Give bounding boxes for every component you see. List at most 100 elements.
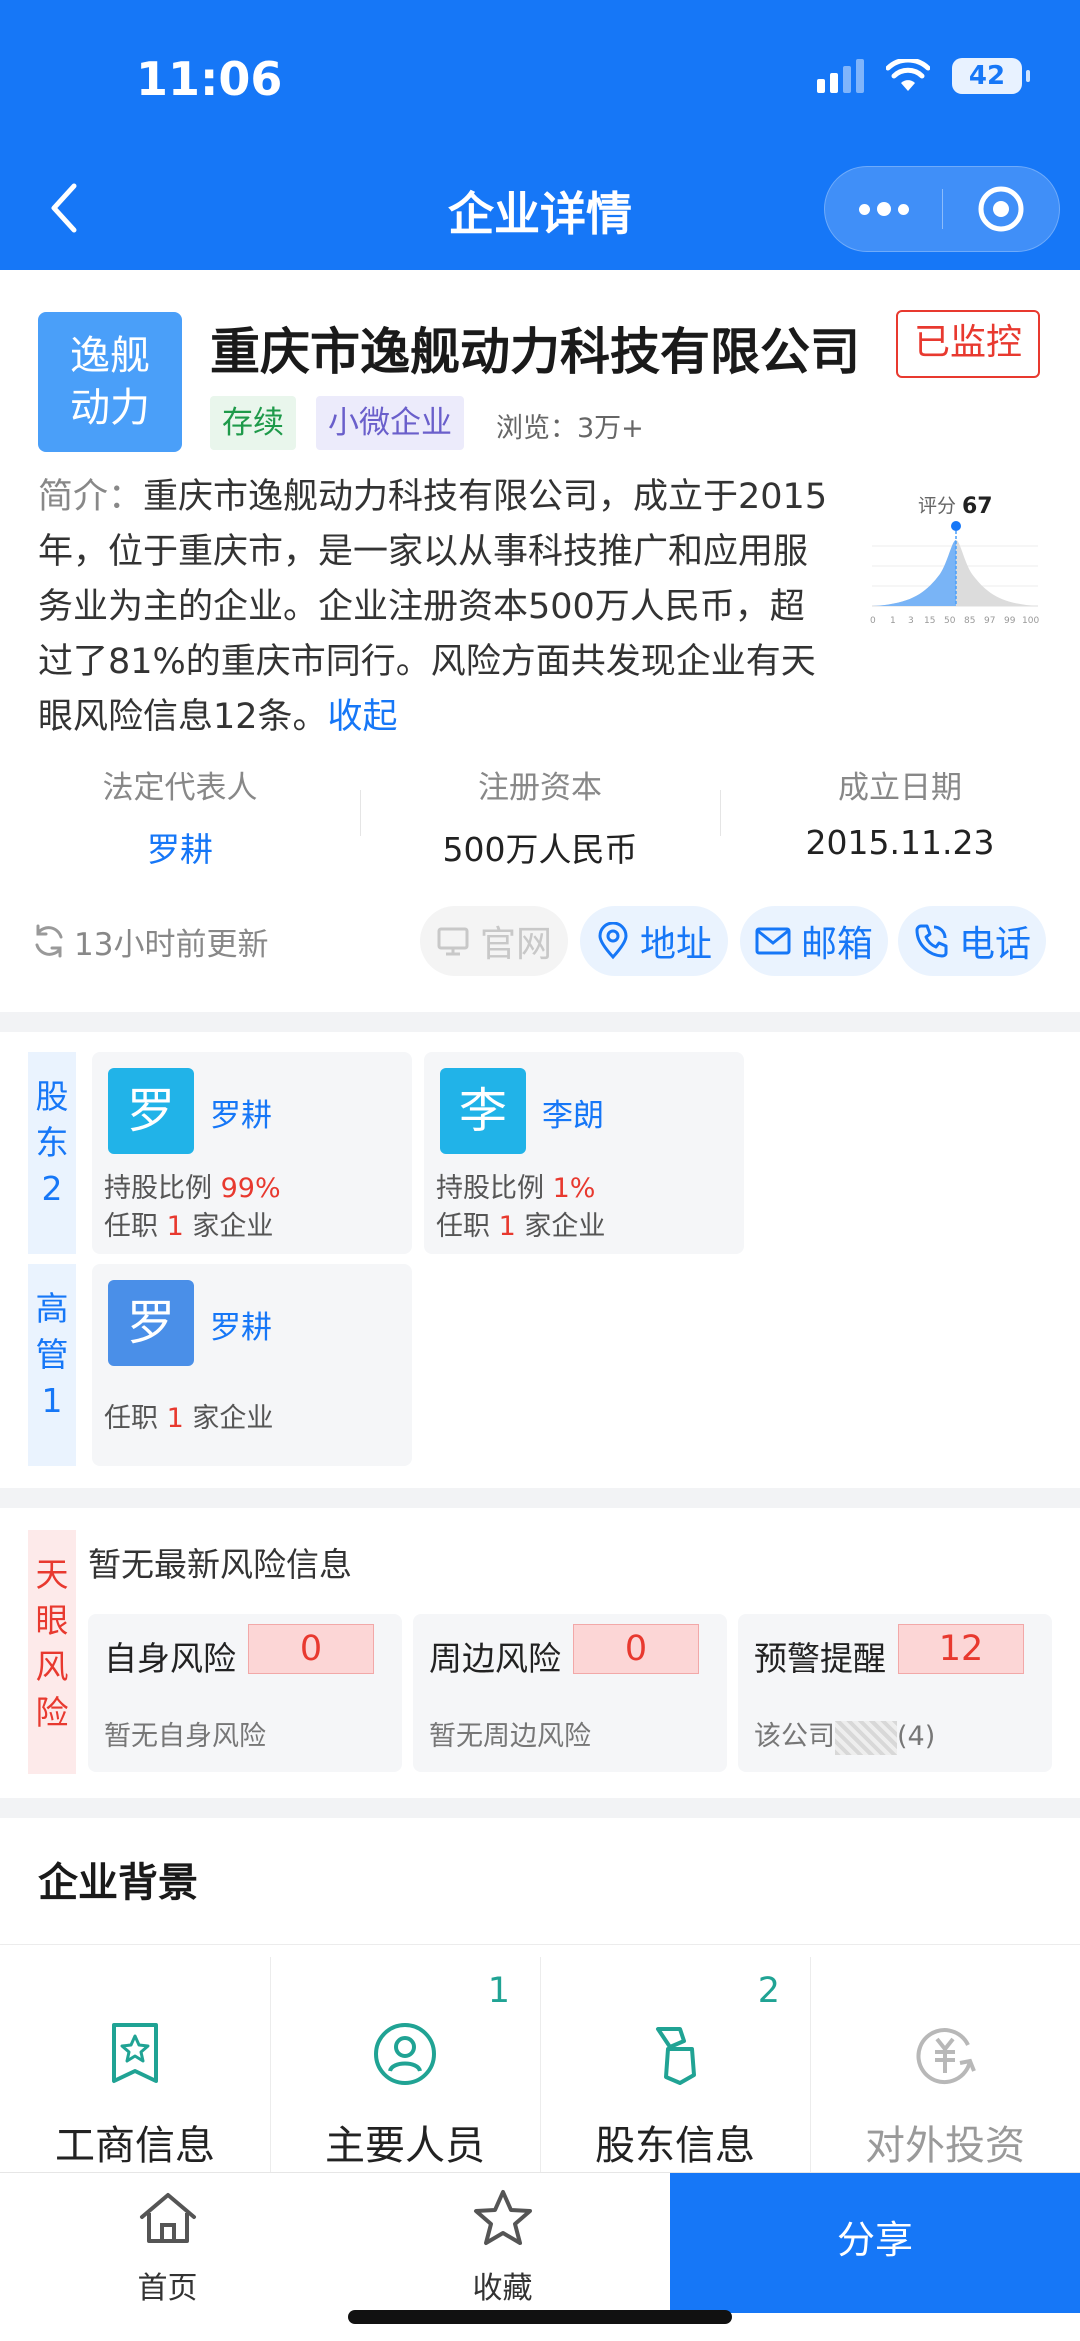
company-logo: 逸舰 动力	[38, 312, 182, 452]
shareholder-name[interactable]: 李朗	[542, 1090, 604, 1135]
header-bar: 11:06 42 企业详情	[0, 0, 1080, 270]
capital-value: 500万人民币	[442, 830, 638, 869]
executives-side-label[interactable]: 高 管 1	[28, 1264, 76, 1466]
capital-label: 注册资本	[478, 770, 602, 806]
side-char: 东	[35, 1123, 69, 1162]
intro-text: 重庆市逸舰动力科技有限公司，成立于2015年，位于重庆市，是一家以从事科技推广和…	[38, 477, 828, 737]
warning-card[interactable]: 预警提醒 12 该公司 (4)	[738, 1614, 1052, 1772]
location-pin-icon	[598, 922, 628, 960]
shareholder-card[interactable]: 罗 罗耕 持股比例 99% 任职 1 家企业	[92, 1052, 412, 1254]
job-number: 1	[166, 1403, 184, 1434]
risk-side-label[interactable]: 天 眼 风 险	[28, 1530, 76, 1774]
executive-card[interactable]: 罗 罗耕 任职 1 家企业	[92, 1264, 412, 1466]
side-count: 1	[41, 1381, 63, 1420]
score-value: 67	[962, 494, 993, 519]
job-count: 任职 1 家企业	[436, 1204, 605, 1243]
computer-icon	[437, 927, 469, 956]
company-type-badge: 小微企业	[316, 396, 464, 450]
website-label: 官网	[479, 924, 552, 965]
home-indicator	[348, 2310, 732, 2324]
legal-rep-value[interactable]: 罗耕	[0, 823, 360, 871]
score-tick: 99	[1004, 616, 1016, 626]
collapse-link[interactable]: 收起	[328, 697, 398, 737]
share-button[interactable]: 分享	[670, 2173, 1080, 2313]
legal-rep-label: 法定代表人	[102, 770, 258, 806]
risk-count: 12	[898, 1624, 1024, 1674]
status-badge: 存续	[210, 396, 296, 450]
company-name: 重庆市逸舰动力科技有限公司	[210, 323, 860, 381]
risk-count: 0	[573, 1624, 699, 1674]
founded-value: 2015.11.23	[805, 823, 995, 862]
desc-suffix: (4)	[897, 1721, 936, 1752]
founded-label: 成立日期	[838, 770, 962, 806]
shareholder-name[interactable]: 罗耕	[210, 1090, 272, 1135]
entry-label: 股东信息	[595, 2123, 755, 2169]
email-label: 邮箱	[800, 924, 873, 965]
update-info[interactable]: 13小时前更新	[30, 906, 268, 976]
founded-cell: 成立日期 2015.11.23	[720, 762, 1080, 862]
certificate-icon	[112, 2023, 158, 2083]
side-char: 高	[35, 1289, 69, 1328]
risk-desc: 暂无周边风险	[429, 1721, 591, 1752]
score-marker	[951, 521, 961, 531]
investment-entry[interactable]: 对外投资	[810, 1945, 1080, 2177]
business-info-entry[interactable]: 工商信息	[0, 1945, 270, 2175]
view-count: 浏览：3万+	[496, 413, 644, 444]
tab-home-label: 首页	[137, 2271, 198, 2306]
website-button[interactable]: 官网	[420, 906, 568, 976]
shareholders-side-label[interactable]: 股 东 2	[28, 1052, 76, 1254]
people-icon	[374, 2023, 436, 2085]
legal-rep-cell[interactable]: 法定代表人 罗耕	[0, 762, 360, 869]
avatar: 罗	[108, 1068, 194, 1154]
score-tick: 3	[908, 616, 914, 626]
self-risk-card[interactable]: 自身风险 0 暂无自身风险	[88, 1614, 402, 1772]
star-icon	[474, 2190, 532, 2245]
entry-count: 2	[757, 1971, 780, 2011]
blurred-text	[835, 1720, 897, 1755]
ratio-value: 1%	[552, 1173, 596, 1204]
risk-headline[interactable]: 暂无最新风险信息	[88, 1538, 352, 1586]
shareholder-icon	[656, 2027, 696, 2085]
monitor-button[interactable]: 已监控	[896, 310, 1040, 378]
shareholder-info-entry[interactable]: 2 股东信息	[540, 1945, 810, 2177]
section-divider	[0, 1488, 1080, 1508]
score-tick: 0	[870, 616, 876, 626]
miniprogram-capsule	[824, 166, 1060, 252]
score-distribution-chart[interactable]: 评分 67 0 1 3 15 50 85 97 99 100	[870, 490, 1040, 640]
score-label: 评分	[918, 495, 956, 517]
risk-desc: 该公司 (4)	[754, 1714, 935, 1755]
email-button[interactable]: 邮箱	[740, 906, 888, 976]
score-tick: 1	[890, 616, 896, 626]
score-tick: 100	[1022, 616, 1039, 626]
logo-text-line-1: 逸舰	[70, 333, 150, 379]
status-icons: 42	[817, 58, 1030, 94]
section-divider	[0, 1012, 1080, 1032]
job-number: 1	[166, 1211, 184, 1242]
side-char: 险	[35, 1693, 69, 1732]
more-icon[interactable]	[825, 167, 942, 251]
key-personnel-entry[interactable]: 1 主要人员	[270, 1945, 540, 2177]
capital-cell: 注册资本 500万人民币	[360, 762, 720, 869]
shareholder-card[interactable]: 李 李朗 持股比例 1% 任职 1 家企业	[424, 1052, 744, 1254]
tab-favorite[interactable]: 收藏	[335, 2173, 670, 2306]
side-char: 管	[35, 1335, 69, 1374]
close-miniprogram-icon[interactable]	[943, 167, 1059, 251]
job-prefix: 任职	[436, 1211, 490, 1242]
address-button[interactable]: 地址	[580, 906, 728, 976]
tab-favorite-label: 收藏	[472, 2271, 533, 2306]
key-info-row: 法定代表人 罗耕 注册资本 500万人民币 成立日期 2015.11.23	[0, 762, 1080, 869]
intro-label: 简介：	[38, 477, 144, 517]
phone-icon	[915, 924, 948, 958]
score-tick: 50	[944, 616, 956, 626]
risk-title: 自身风险	[104, 1639, 236, 1678]
desc-prefix: 该公司	[754, 1721, 835, 1752]
ratio-label: 持股比例	[436, 1173, 544, 1204]
phone-button[interactable]: 电话	[898, 906, 1046, 976]
company-intro: 简介：重庆市逸舰动力科技有限公司，成立于2015年，位于重庆市，是一家以从事科技…	[38, 470, 838, 745]
tab-home[interactable]: 首页	[0, 2173, 335, 2306]
side-char: 天	[35, 1555, 69, 1594]
executive-name[interactable]: 罗耕	[210, 1302, 272, 1347]
side-count: 2	[41, 1169, 63, 1208]
surrounding-risk-card[interactable]: 周边风险 0 暂无周边风险	[413, 1614, 727, 1772]
home-icon	[140, 2193, 196, 2243]
